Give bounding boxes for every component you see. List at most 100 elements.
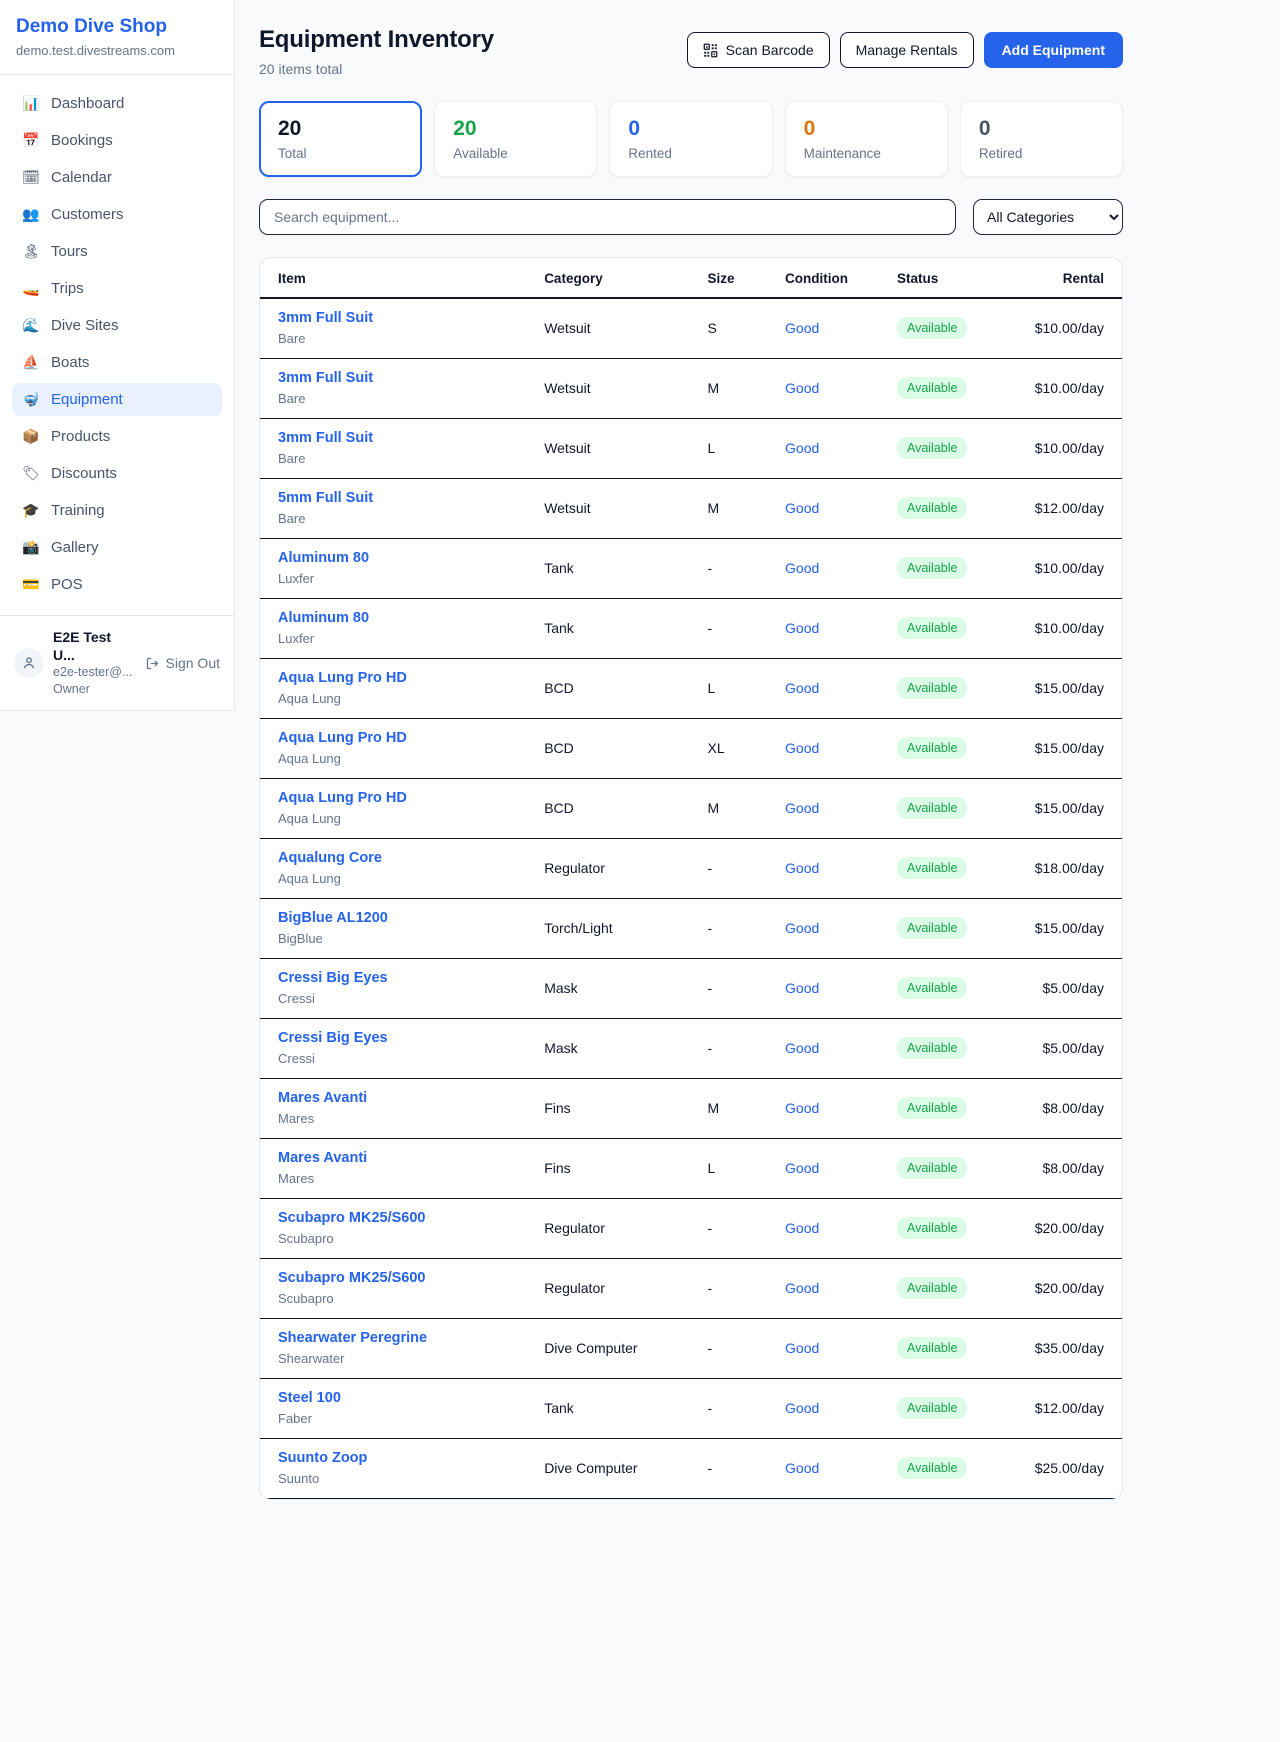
header-actions: Scan Barcode Manage Rentals Add Equipmen… (687, 32, 1123, 68)
sidebar-item[interactable]: 🌊 Dive Sites (12, 309, 222, 342)
item-name-link[interactable]: Scubapro MK25/S600 (278, 1210, 508, 1226)
table-row: 5mm Full Suit Bare Wetsuit M Good Availa… (260, 479, 1122, 539)
item-name-link[interactable]: 3mm Full Suit (278, 430, 508, 446)
category-select[interactable]: All Categories (973, 199, 1123, 235)
item-name-link[interactable]: Aluminum 80 (278, 610, 508, 626)
gallery-icon: 📸 (22, 539, 40, 556)
item-size: L (690, 659, 767, 719)
item-name-link[interactable]: Steel 100 (278, 1390, 508, 1406)
brand-block: Demo Dive Shop demo.test.divestreams.com (0, 0, 234, 75)
condition-link[interactable]: Good (785, 680, 819, 696)
item-name-link[interactable]: Aluminum 80 (278, 550, 508, 566)
sidebar-item[interactable]: 📸 Gallery (12, 531, 222, 564)
column-header-condition: Condition (767, 258, 879, 298)
condition-link[interactable]: Good (785, 980, 819, 996)
sidebar-item[interactable]: 🎓 Training (12, 494, 222, 527)
condition-link[interactable]: Good (785, 860, 819, 876)
item-name-link[interactable]: Aqua Lung Pro HD (278, 790, 508, 806)
condition-link[interactable]: Good (785, 800, 819, 816)
sidebar-item[interactable]: 🏷 Discounts (12, 457, 222, 490)
sign-out-label: Sign Out (166, 655, 220, 671)
scan-barcode-button[interactable]: Scan Barcode (687, 32, 830, 68)
stat-card[interactable]: 20 Total (259, 101, 422, 177)
item-brand: Scubapro (278, 1231, 508, 1246)
item-name-link[interactable]: 3mm Full Suit (278, 370, 508, 386)
item-size: - (690, 839, 767, 899)
sidebar-item[interactable]: 📦 Products (12, 420, 222, 453)
item-category: Dive Computer (526, 1439, 689, 1499)
item-name-link[interactable]: Cressi Big Eyes (278, 970, 508, 986)
item-name-link[interactable]: BigBlue AL1200 (278, 910, 508, 926)
condition-link[interactable]: Good (785, 1160, 819, 1176)
condition-link[interactable]: Good (785, 1280, 819, 1296)
item-name-link[interactable]: Aqualung Core (278, 850, 508, 866)
search-input[interactable] (259, 199, 956, 235)
item-brand: Cressi (278, 1051, 508, 1066)
column-header-size: Size (690, 258, 767, 298)
condition-link[interactable]: Good (785, 620, 819, 636)
item-name-link[interactable]: Mares Avanti (278, 1150, 508, 1166)
table-row: Aluminum 80 Luxfer Tank - Good Available… (260, 599, 1122, 659)
sidebar-item[interactable]: 📊 Dashboard (12, 87, 222, 120)
stat-card[interactable]: 20 Available (434, 101, 597, 177)
condition-link[interactable]: Good (785, 1040, 819, 1056)
sidebar-item[interactable]: 🤿 Equipment (12, 383, 222, 416)
item-name-link[interactable]: Mares Avanti (278, 1090, 508, 1106)
condition-link[interactable]: Good (785, 560, 819, 576)
condition-link[interactable]: Good (785, 920, 819, 936)
table-row: Shearwater Peregrine Shearwater Dive Com… (260, 1319, 1122, 1379)
item-brand: Suunto (278, 1471, 508, 1486)
item-brand: Bare (278, 391, 508, 406)
rental-rate: $8.00/day (1017, 1079, 1122, 1139)
item-size: - (690, 539, 767, 599)
sidebar-item[interactable]: 🚤 Trips (12, 272, 222, 305)
sidebar-item[interactable]: 🏝 Tours (12, 235, 222, 268)
item-name-link[interactable]: Cressi Big Eyes (278, 1030, 508, 1046)
item-name-link[interactable]: 3mm Full Suit (278, 310, 508, 326)
table-row: Aqualung Core Aqua Lung Regulator - Good… (260, 839, 1122, 899)
condition-link[interactable]: Good (785, 500, 819, 516)
stat-card[interactable]: 0 Maintenance (785, 101, 948, 177)
item-name-link[interactable]: Shearwater Peregrine (278, 1330, 508, 1346)
item-brand: BigBlue (278, 931, 508, 946)
table-row: BigBlue AL1200 BigBlue Torch/Light - Goo… (260, 899, 1122, 959)
condition-link[interactable]: Good (785, 380, 819, 396)
stat-card[interactable]: 0 Retired (960, 101, 1123, 177)
sidebar-item[interactable]: ⛵ Boats (12, 346, 222, 379)
item-brand: Aqua Lung (278, 871, 508, 886)
rental-rate: $35.00/day (1017, 1319, 1122, 1379)
condition-link[interactable]: Good (785, 1220, 819, 1236)
item-name-link[interactable]: 5mm Full Suit (278, 490, 508, 506)
status-badge: Available (897, 977, 968, 999)
item-name-link[interactable]: Aqua Lung Pro HD (278, 670, 508, 686)
item-category: Torch/Light (526, 899, 689, 959)
sidebar-item[interactable]: 👥 Customers (12, 198, 222, 231)
filter-bar: All Categories (259, 199, 1123, 235)
manage-rentals-button[interactable]: Manage Rentals (840, 32, 974, 68)
condition-link[interactable]: Good (785, 1460, 819, 1476)
sign-out-button[interactable]: Sign Out (145, 655, 220, 671)
stat-card[interactable]: 0 Rented (609, 101, 772, 177)
condition-link[interactable]: Good (785, 1400, 819, 1416)
item-size: - (690, 1199, 767, 1259)
condition-link[interactable]: Good (785, 320, 819, 336)
condition-link[interactable]: Good (785, 1100, 819, 1116)
condition-link[interactable]: Good (785, 440, 819, 456)
sidebar-item[interactable]: 🗓 Calendar (12, 161, 222, 194)
add-equipment-button[interactable]: Add Equipment (984, 32, 1123, 68)
sidebar-item[interactable]: 💳 POS (12, 568, 222, 601)
item-name-link[interactable]: Scubapro MK25/S600 (278, 1270, 508, 1286)
condition-link[interactable]: Good (785, 1340, 819, 1356)
table-row: Scubapro MK25/S600 Scubapro Regulator - … (260, 1259, 1122, 1319)
item-category: Dive Computer (526, 1319, 689, 1379)
item-brand: Luxfer (278, 571, 508, 586)
item-category: BCD (526, 779, 689, 839)
sidebar-item[interactable]: 📅 Bookings (12, 124, 222, 157)
condition-link[interactable]: Good (785, 740, 819, 756)
item-name-link[interactable]: Suunto Zoop (278, 1450, 508, 1466)
rental-rate: $15.00/day (1017, 899, 1122, 959)
item-name-link[interactable]: Aqua Lung Pro HD (278, 730, 508, 746)
item-category: Tank (526, 1379, 689, 1439)
table-row: 3mm Full Suit Bare Wetsuit L Good Availa… (260, 419, 1122, 479)
item-brand: Mares (278, 1111, 508, 1126)
